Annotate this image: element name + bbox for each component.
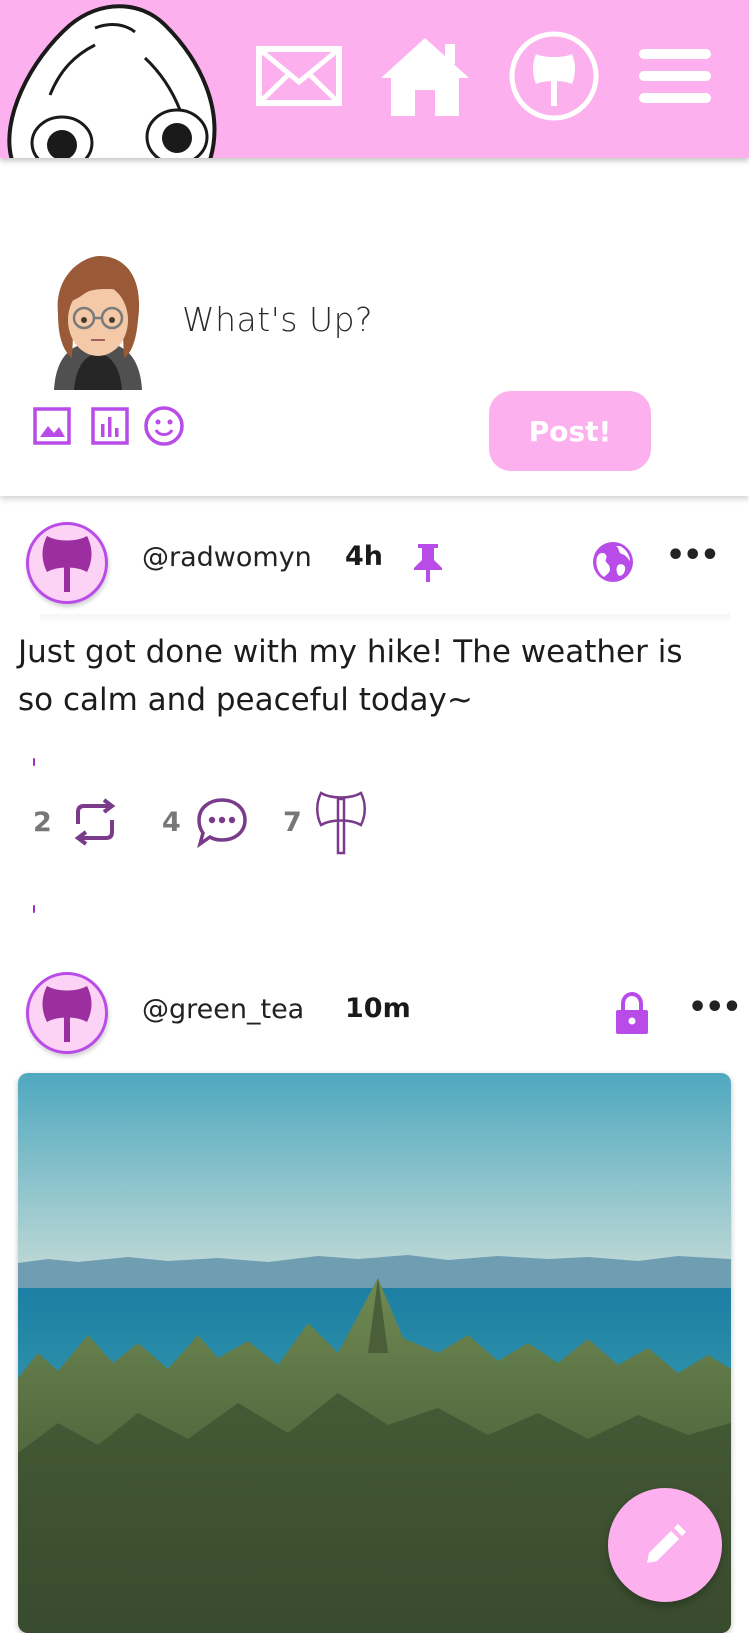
add-emoji-button[interactable] xyxy=(142,404,186,448)
more-options-button[interactable]: ••• xyxy=(666,541,720,571)
comment-button[interactable]: 4 xyxy=(162,792,249,852)
repost-icon xyxy=(74,798,116,846)
comment-icon xyxy=(196,798,247,848)
comment-count: 4 xyxy=(162,806,181,838)
axe-profile-button[interactable] xyxy=(508,28,600,124)
divider-tick xyxy=(33,905,35,913)
post-avatar[interactable] xyxy=(26,972,108,1054)
axe-outline-icon xyxy=(315,791,366,855)
globe-icon xyxy=(593,542,633,582)
axe-count: 7 xyxy=(283,806,302,838)
home-button[interactable] xyxy=(378,28,472,124)
lock-icon xyxy=(616,992,648,1034)
post-card: @radwomyn 4h ••• Just got done with my h… xyxy=(0,510,749,930)
pencil-icon xyxy=(647,1524,686,1563)
axe-circle-icon xyxy=(509,31,599,121)
mail-button[interactable] xyxy=(255,28,343,124)
pin-button[interactable] xyxy=(410,542,446,582)
visibility-private-button[interactable] xyxy=(614,992,650,1034)
mail-icon xyxy=(256,46,342,106)
post-button[interactable]: Post! xyxy=(489,391,651,471)
home-icon xyxy=(381,38,469,116)
axe-react-button[interactable]: 7 xyxy=(283,791,366,855)
axe-icon xyxy=(42,536,92,592)
user-avatar[interactable] xyxy=(44,254,152,390)
post-avatar[interactable] xyxy=(26,522,108,604)
top-nav-bar xyxy=(0,0,749,158)
hamburger-menu-icon xyxy=(639,49,711,103)
post-handle[interactable]: @green_tea xyxy=(142,994,304,1025)
repost-button[interactable]: 2 xyxy=(33,792,124,852)
pin-icon xyxy=(414,544,442,582)
post-text: Just got done with my hike! The weather … xyxy=(18,634,683,718)
post-time: 4h xyxy=(345,541,384,572)
whats-up-input[interactable] xyxy=(182,290,602,348)
more-options-button[interactable]: ••• xyxy=(688,993,742,1023)
post-time: 10m xyxy=(345,993,411,1024)
mascot-icon[interactable] xyxy=(0,0,230,158)
divider-tick xyxy=(33,758,35,766)
post-divider xyxy=(40,614,730,624)
add-poll-button[interactable] xyxy=(88,404,132,448)
poll-icon xyxy=(91,407,129,445)
compose-fab-button[interactable] xyxy=(608,1488,722,1602)
post-composer: Post! xyxy=(0,158,749,496)
post-handle[interactable]: @radwomyn xyxy=(142,542,312,573)
emoji-icon xyxy=(144,406,184,446)
menu-button[interactable] xyxy=(636,28,714,124)
image-icon xyxy=(33,407,71,445)
axe-icon xyxy=(42,986,92,1042)
visibility-public-button[interactable] xyxy=(592,541,634,583)
add-image-button[interactable] xyxy=(30,404,74,448)
repost-count: 2 xyxy=(33,806,52,838)
